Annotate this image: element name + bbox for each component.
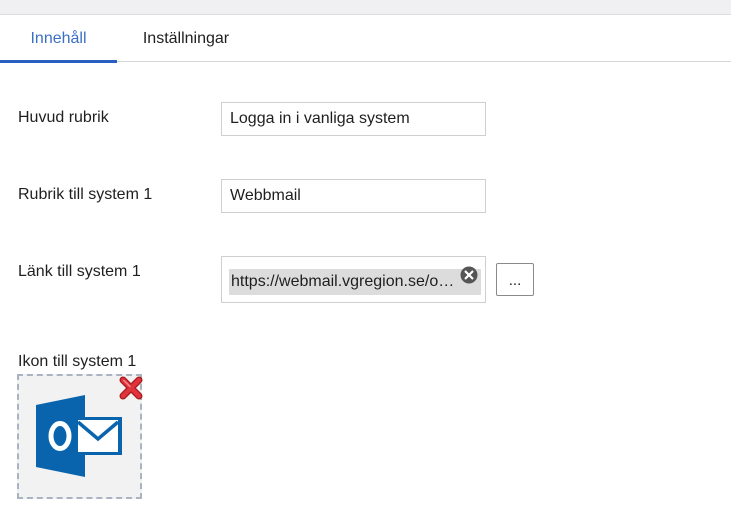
tab-installningar[interactable]: Inställningar — [126, 15, 246, 62]
outlook-icon — [36, 395, 122, 477]
top-bar — [0, 0, 731, 15]
tab-bar: Innehåll Inställningar — [0, 15, 731, 63]
main-heading-label: Huvud rubrik — [18, 109, 109, 126]
system1-link-label: Länk till system 1 — [18, 263, 141, 280]
tab-innehall[interactable]: Innehåll — [0, 15, 117, 63]
remove-icon[interactable] — [119, 376, 143, 400]
icon-dropzone[interactable] — [17, 374, 143, 499]
browse-link-button[interactable]: ... — [496, 263, 534, 296]
system1-heading-label: Rubrik till system 1 — [18, 186, 153, 203]
system1-icon-label: Ikon till system 1 — [18, 353, 137, 370]
system1-heading-input[interactable] — [221, 179, 486, 213]
link-value-chip: https://webmail.vgregion.se/o… — [229, 269, 481, 295]
clear-link-icon[interactable] — [460, 266, 478, 284]
system1-link-field[interactable]: https://webmail.vgregion.se/o… — [221, 256, 486, 303]
main-heading-input[interactable] — [221, 102, 486, 136]
